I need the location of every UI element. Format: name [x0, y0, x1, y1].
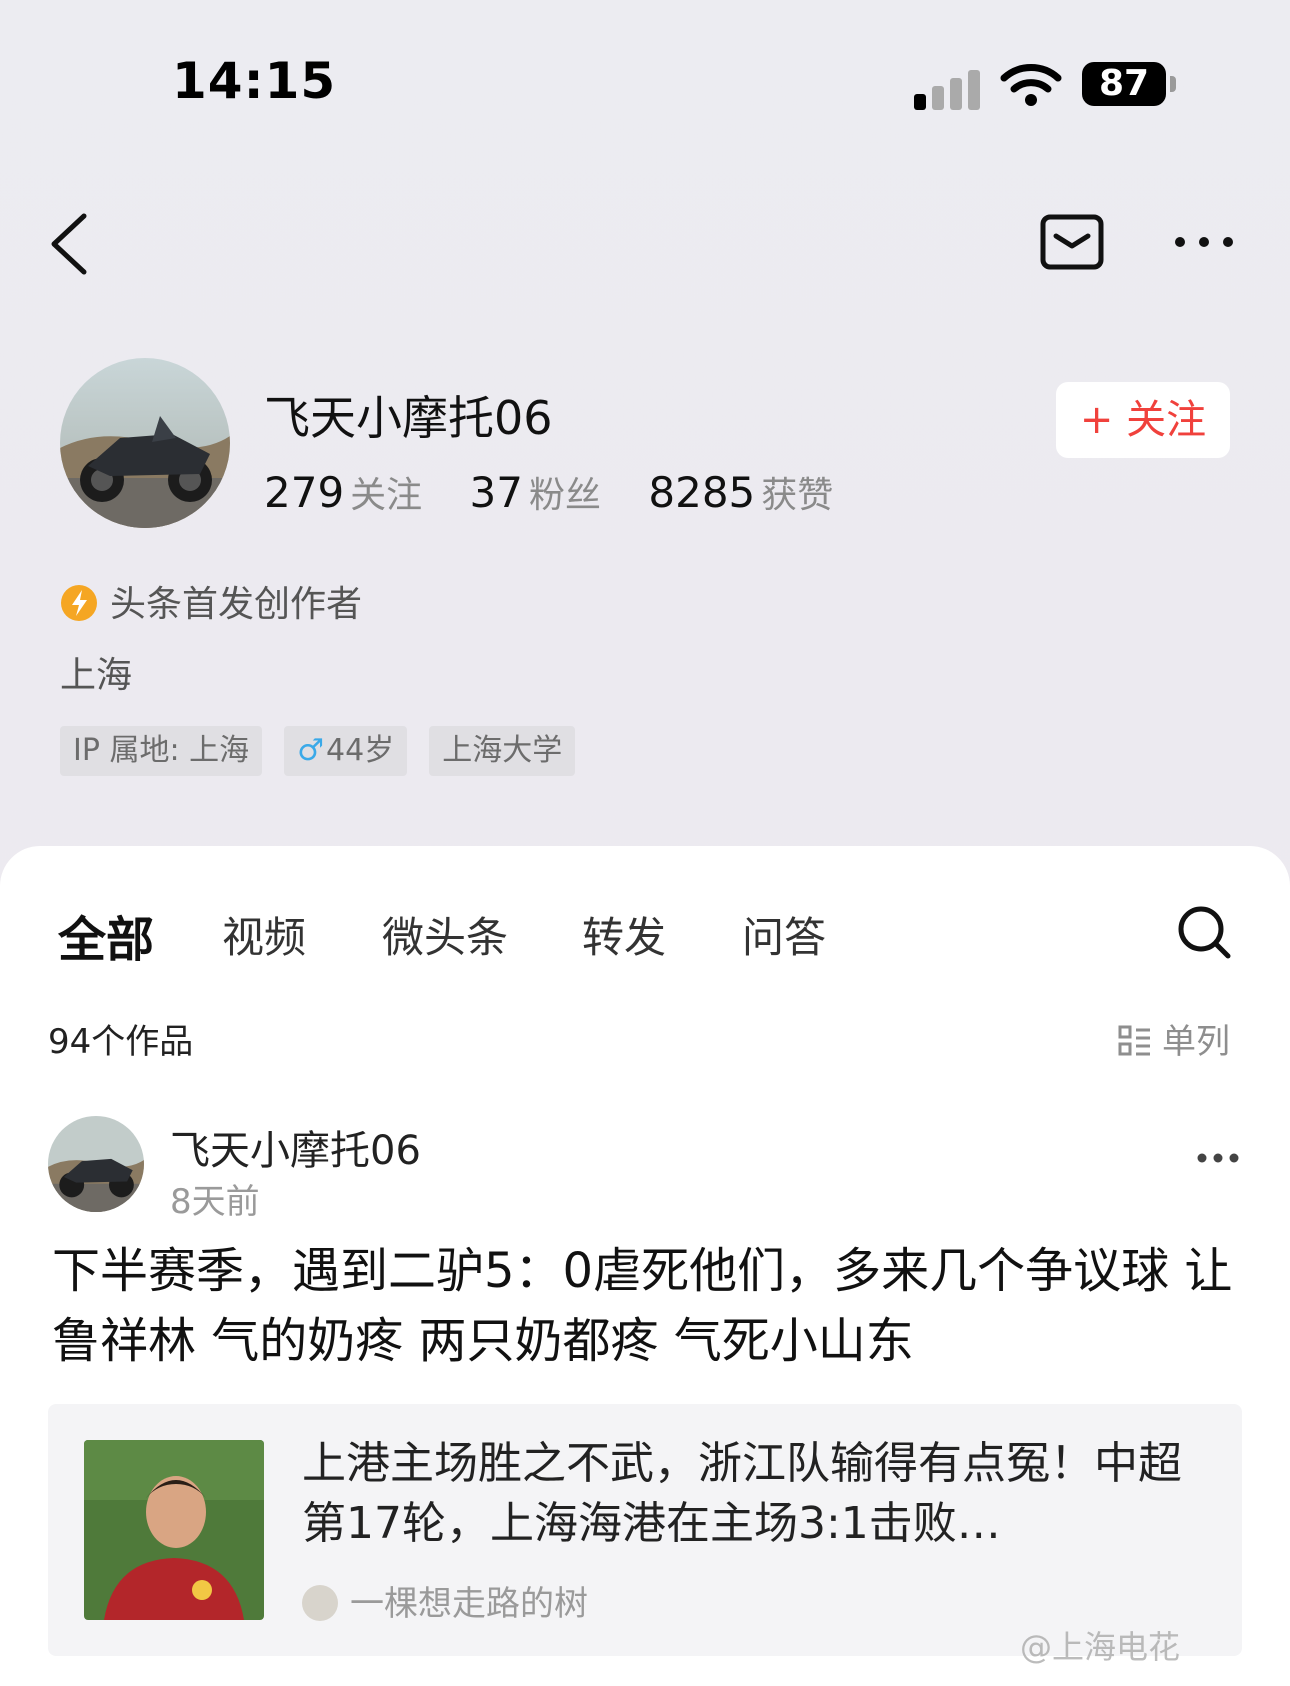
battery-indicator: 87	[1082, 62, 1178, 108]
ip-location-tag: IP 属地: 上海	[60, 726, 263, 776]
message-icon[interactable]	[1040, 214, 1104, 270]
profile-stats: 279 关注 37 粉丝 8285 获赞	[264, 466, 867, 518]
tab-micro-headline[interactable]: 微头条	[382, 904, 508, 965]
post-more-icon[interactable]	[1196, 1152, 1240, 1164]
post-time: 8天前	[170, 1182, 260, 1222]
creator-badge: 头条首发创作者	[60, 575, 362, 627]
tab-video[interactable]: 视频	[222, 904, 306, 965]
lightning-badge-icon	[61, 585, 97, 621]
tab-repost[interactable]: 转发	[582, 904, 666, 965]
watermark: @上海电花	[1020, 1628, 1181, 1666]
age-tag: ♂44岁	[284, 726, 408, 776]
school-tag: 上海大学	[429, 726, 576, 776]
status-time: 14:15	[172, 52, 337, 110]
post-author-avatar[interactable]	[48, 1116, 144, 1212]
back-arrow-icon[interactable]	[48, 212, 92, 276]
follow-button[interactable]: + 关注	[1056, 382, 1230, 458]
works-count: 94个作品	[48, 1022, 194, 1062]
likes-label: 获赞	[761, 475, 834, 516]
post-text[interactable]: 下半赛季，遇到二驴5：0虐死他们，多来几个争议球 让鲁祥林 气的奶疼 两只奶都疼…	[52, 1236, 1242, 1376]
profile-name: 飞天小摩托06	[264, 391, 553, 445]
article-author: 一棵想走路的树	[302, 1576, 588, 1625]
article-title: 上港主场胜之不武，浙江队输得有点冤！中超第17轮，上海海港在主场3:1击败…	[302, 1438, 1182, 1549]
view-toggle-label: 单列	[1162, 1022, 1230, 1062]
more-options-icon[interactable]	[1172, 228, 1236, 256]
male-gender-icon: ♂	[297, 733, 325, 768]
wifi-icon	[1000, 64, 1062, 106]
profile-tags: IP 属地: 上海 ♂44岁 上海大学	[60, 726, 597, 776]
search-icon[interactable]	[1176, 904, 1232, 960]
tab-qa[interactable]: 问答	[742, 904, 826, 965]
badge-label: 头条首发创作者	[110, 584, 363, 625]
view-toggle[interactable]: 单列	[1118, 1014, 1230, 1063]
following-count[interactable]: 279	[264, 468, 344, 517]
tab-all[interactable]: 全部	[58, 900, 154, 970]
followers-label: 粉丝	[529, 475, 602, 516]
article-author-name: 一棵想走路的树	[350, 1584, 588, 1624]
post-author-name[interactable]: 飞天小摩托06	[170, 1118, 421, 1176]
following-label: 关注	[350, 475, 423, 516]
list-view-icon	[1118, 1025, 1150, 1056]
likes-count: 8285	[648, 468, 756, 517]
article-author-avatar	[302, 1585, 338, 1621]
battery-level: 87	[1082, 62, 1166, 106]
followers-count[interactable]: 37	[470, 468, 523, 517]
profile-city: 上海	[60, 655, 133, 696]
profile-avatar[interactable]	[60, 358, 230, 528]
age-label: 44岁	[326, 733, 395, 768]
cellular-signal-icon	[914, 64, 984, 110]
article-thumbnail	[84, 1440, 264, 1620]
